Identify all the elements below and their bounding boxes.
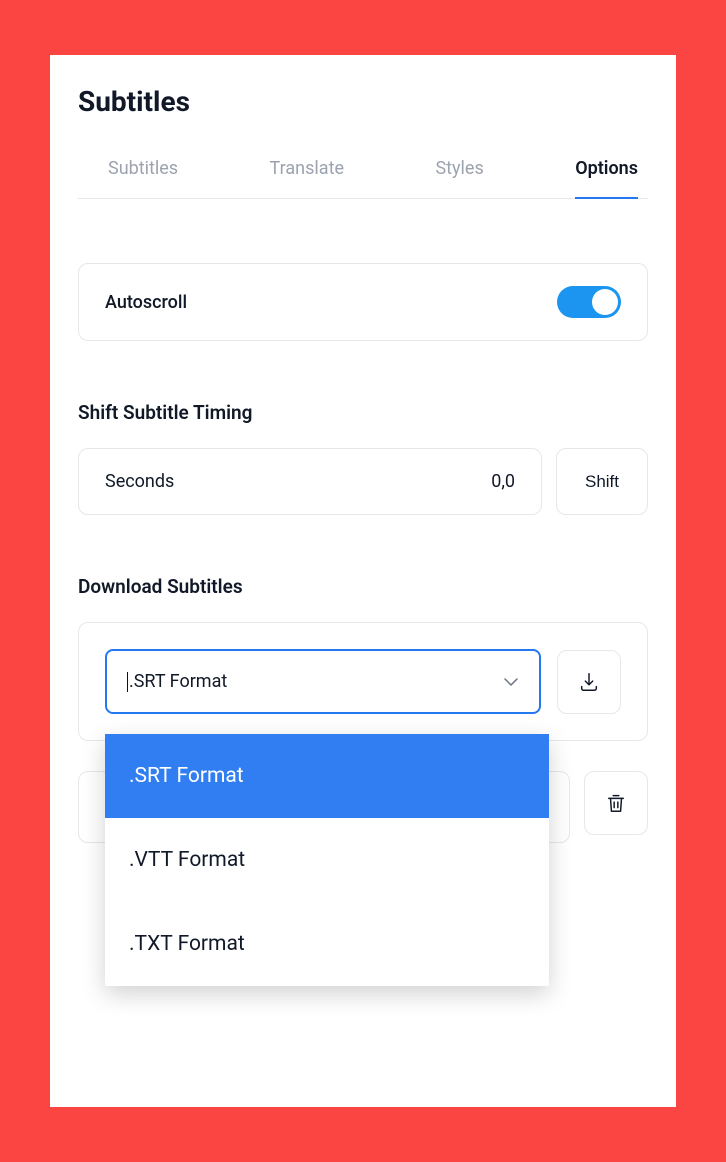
chevron-down-icon: [503, 674, 519, 690]
toggle-knob: [592, 289, 618, 315]
delete-button[interactable]: [584, 771, 648, 835]
tab-translate[interactable]: Translate: [270, 158, 344, 199]
page-title: Subtitles: [78, 85, 648, 118]
shift-button[interactable]: Shift: [556, 448, 648, 515]
download-icon: [578, 671, 600, 693]
download-section: Download Subtitles .SRT Format: [78, 575, 648, 843]
format-select-value: .SRT Format: [127, 671, 227, 692]
shift-section: Shift Subtitle Timing Seconds 0,0 Shift: [78, 401, 648, 515]
download-card: .SRT Format .SRT Format .VT: [78, 622, 648, 741]
seconds-value: 0,0: [491, 471, 515, 492]
shift-section-title: Shift Subtitle Timing: [78, 401, 648, 424]
seconds-input[interactable]: Seconds 0,0: [78, 448, 542, 515]
format-option-txt[interactable]: .TXT Format: [105, 902, 549, 986]
format-option-vtt[interactable]: .VTT Format: [105, 818, 549, 902]
autoscroll-toggle[interactable]: [557, 286, 621, 318]
download-button[interactable]: [557, 650, 621, 714]
download-section-title: Download Subtitles: [78, 575, 648, 598]
format-option-srt[interactable]: .SRT Format: [105, 734, 549, 818]
format-select-text: .SRT Format: [129, 671, 227, 692]
trash-icon: [605, 791, 627, 815]
autoscroll-label: Autoscroll: [105, 292, 187, 313]
subtitles-panel: Subtitles Subtitles Translate Styles Opt…: [50, 55, 676, 1107]
format-dropdown: .SRT Format .VTT Format .TXT Format: [105, 734, 549, 986]
tab-options[interactable]: Options: [575, 158, 638, 199]
shift-row: Seconds 0,0 Shift: [78, 448, 648, 515]
format-select[interactable]: .SRT Format: [105, 649, 541, 714]
text-caret: [127, 672, 128, 692]
autoscroll-card: Autoscroll: [78, 263, 648, 341]
seconds-label: Seconds: [105, 471, 174, 492]
tabs: Subtitles Translate Styles Options: [78, 158, 648, 199]
tab-styles[interactable]: Styles: [435, 158, 483, 199]
tab-subtitles[interactable]: Subtitles: [108, 158, 178, 199]
